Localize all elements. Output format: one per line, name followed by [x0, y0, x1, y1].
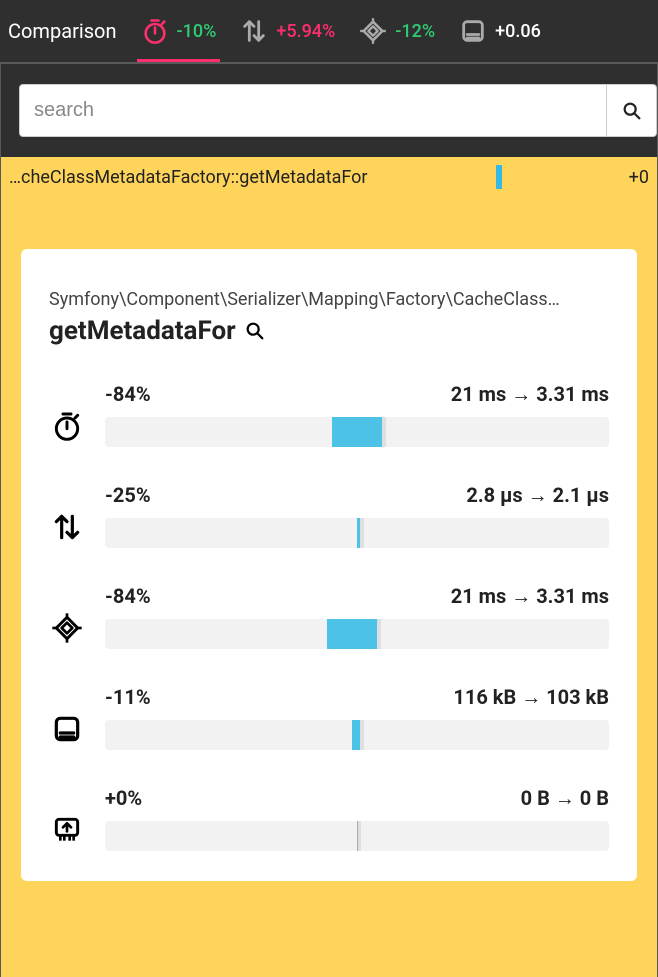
tab-io[interactable]: +5.94% — [240, 0, 335, 62]
class-path: Symfony\Component\Serializer\Mapping\Fac… — [49, 289, 609, 310]
memory-icon — [459, 17, 487, 45]
metric-range: 0 B → 0 B — [521, 786, 609, 811]
metric-bar — [105, 518, 609, 548]
tab-cpu-value: -12% — [395, 21, 435, 42]
cpu-icon — [49, 612, 85, 644]
metric-row-io: -25% 2.8 µs → 2.1 µs — [49, 483, 609, 548]
io-icon — [49, 511, 85, 543]
search-input[interactable] — [19, 84, 607, 137]
metric-range: 21 ms → 3.31 ms — [451, 382, 609, 407]
mini-bar-indicator — [496, 165, 502, 189]
search-row — [1, 64, 657, 157]
method-name: getMetadataFor — [49, 316, 236, 346]
search-method-icon[interactable] — [244, 320, 266, 342]
metric-bar — [105, 417, 609, 447]
metric-pct: -25% — [105, 483, 151, 508]
metric-range: 116 kB → 103 kB — [453, 685, 609, 710]
metric-bar — [105, 619, 609, 649]
metric-pct: -84% — [105, 382, 151, 407]
tab-wall-time-value: -10% — [177, 21, 217, 42]
stopwatch-icon — [49, 410, 85, 442]
cpu-icon — [359, 17, 387, 45]
stopwatch-icon — [141, 17, 169, 45]
function-breadcrumb: …cheClassMetadataFactory::getMetadataFor — [9, 167, 368, 188]
metric-row-memory: -11% 116 kB → 103 kB — [49, 685, 609, 750]
topbar: Comparison -10% +5.94% -12% +0.06 — [0, 0, 658, 62]
network-icon — [49, 814, 85, 846]
metric-row-stopwatch: -84% 21 ms → 3.31 ms — [49, 382, 609, 447]
metric-pct: +0% — [105, 786, 142, 811]
tab-memory-value: +0.06 — [495, 21, 541, 42]
io-icon — [240, 17, 268, 45]
tab-comparison-label: Comparison — [8, 19, 117, 43]
metric-bar — [105, 720, 609, 750]
tab-memory[interactable]: +0.06 — [459, 0, 541, 62]
function-panel: …cheClassMetadataFactory::getMetadataFor… — [1, 157, 657, 977]
tab-wall-time[interactable]: -10% — [141, 0, 217, 62]
metric-range: 2.8 µs → 2.1 µs — [466, 483, 609, 508]
metric-range: 21 ms → 3.31 ms — [451, 584, 609, 609]
memory-icon — [49, 713, 85, 745]
metric-row-network: +0% 0 B → 0 B — [49, 786, 609, 851]
search-button[interactable] — [607, 84, 657, 137]
function-header[interactable]: …cheClassMetadataFactory::getMetadataFor… — [1, 157, 657, 197]
metric-card: Symfony\Component\Serializer\Mapping\Fac… — [21, 249, 637, 881]
metric-pct: -84% — [105, 584, 151, 609]
search-icon — [621, 100, 643, 122]
content: …cheClassMetadataFactory::getMetadataFor… — [0, 62, 658, 977]
tab-io-value: +5.94% — [276, 21, 335, 42]
metric-row-cpu: -84% 21 ms → 3.31 ms — [49, 584, 609, 649]
tab-comparison[interactable]: Comparison — [8, 0, 117, 62]
function-delta: +0 — [629, 167, 649, 188]
metric-bar — [105, 821, 609, 851]
tab-cpu[interactable]: -12% — [359, 0, 435, 62]
metric-pct: -11% — [105, 685, 151, 710]
